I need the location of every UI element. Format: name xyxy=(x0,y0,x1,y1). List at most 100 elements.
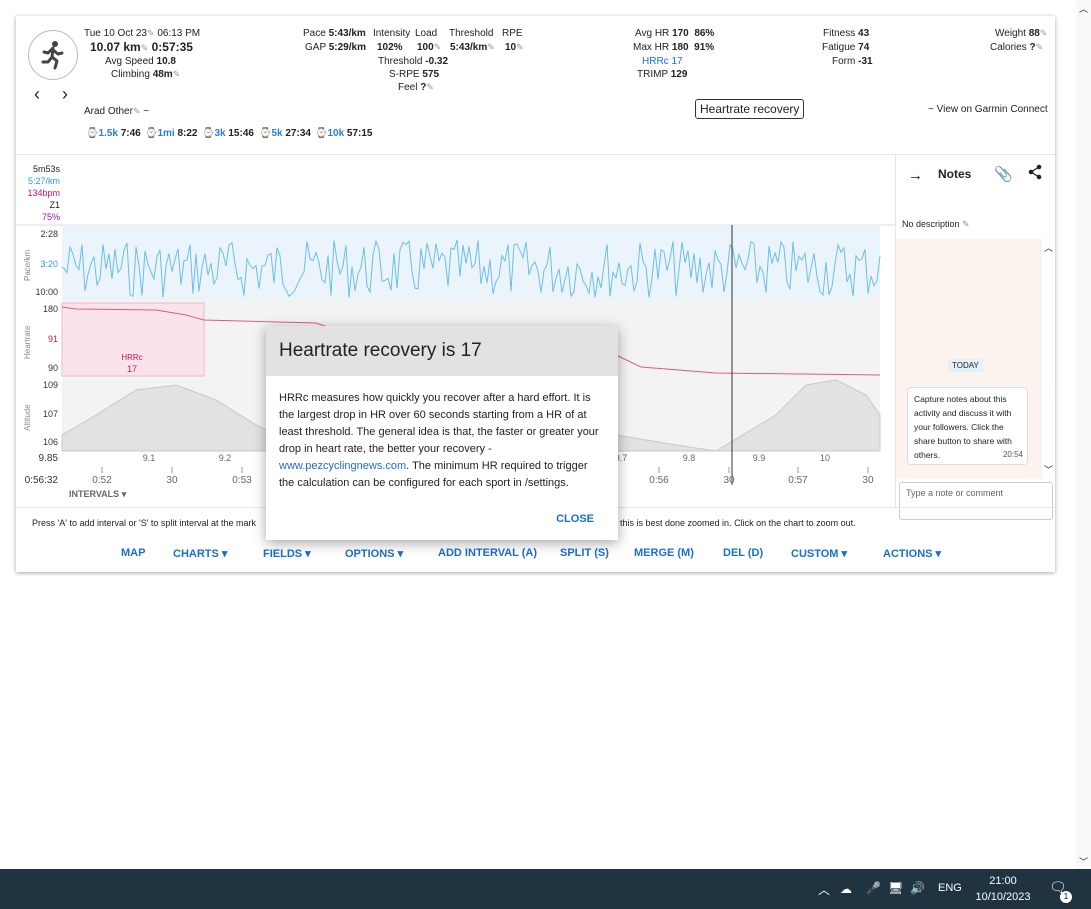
pace-tick-1: 3:20 xyxy=(40,259,58,269)
alt-tick-2: 106 xyxy=(43,437,58,447)
split-button[interactable]: SPLIT (S) xyxy=(560,547,609,559)
taskbar: ︿ ☁ 🎤 🖥 🔊 ENG 21:00 10/10/2023 🗨 1 xyxy=(0,869,1091,909)
hr-tick-1: 91 xyxy=(48,334,58,344)
rpe-label: RPE xyxy=(502,28,523,39)
avg-hr: Avg HR 170 86% xyxy=(635,28,715,39)
notes-title: Notes xyxy=(938,167,972,181)
chevron-up-icon[interactable]: ︿ xyxy=(818,881,830,898)
feel[interactable]: Feel ?✎ xyxy=(398,82,434,93)
time-tick-4: 0:56 xyxy=(649,475,669,486)
close-button[interactable]: CLOSE xyxy=(556,513,594,525)
avg-speed: Avg Speed 10.8 xyxy=(105,56,176,67)
alt-tick-1: 107 xyxy=(43,409,58,419)
no-description[interactable]: No description ✎ xyxy=(902,219,970,230)
share-icon[interactable] xyxy=(1027,164,1043,180)
run-activity-icon xyxy=(28,30,78,80)
microphone-icon[interactable]: 🎤 xyxy=(866,881,881,895)
lap-3k[interactable]: ⌚3k 15:46 xyxy=(202,128,254,139)
date-time: Tue 10 Oct 23✎ 06:13 PM xyxy=(84,28,201,39)
notes-panel: → Notes 📎 No description ✎ TODAY Capture… xyxy=(895,155,1056,520)
time-tick-0: 0:56:32 xyxy=(25,475,59,486)
add-interval-button[interactable]: ADD INTERVAL (A) xyxy=(438,547,537,559)
dist-tick-4: 9.8 xyxy=(683,453,696,463)
actions-button[interactable]: ACTIONS ▾ xyxy=(883,547,941,560)
notification-count: 1 xyxy=(1060,891,1072,903)
pace-ylabel: Pace/km xyxy=(23,250,32,281)
cloud-icon[interactable]: ☁ xyxy=(840,882,852,896)
collapse-notes-icon[interactable]: → xyxy=(908,167,923,184)
dist-tick-0: 9.85 xyxy=(39,453,59,464)
intensity-value: 102% xyxy=(377,42,403,53)
time-tick-3: 0:53 xyxy=(232,475,252,486)
language-indicator[interactable]: ENG xyxy=(938,882,962,894)
weight[interactable]: Weight 88✎ xyxy=(995,28,1047,39)
network-icon[interactable]: 🖥 xyxy=(888,881,903,895)
hrrc-value: 17 xyxy=(127,364,137,374)
srpe: S-RPE 575 xyxy=(389,69,440,80)
load-label: Load xyxy=(415,28,438,39)
rpe-value[interactable]: 10✎ xyxy=(505,42,524,53)
activity-header: ‹ › Tue 10 Oct 23✎ 06:13 PM 10.07 km✎ 0:… xyxy=(16,16,1055,155)
clock-date: 10/10/2023 xyxy=(975,891,1031,903)
dist-tick-5: 9.9 xyxy=(753,453,766,463)
time: 06:13 PM xyxy=(157,28,201,39)
lap-10k[interactable]: ⌚10k 57:15 xyxy=(315,128,373,139)
threshold-label: Threshold xyxy=(449,28,494,39)
lap-1-5k[interactable]: ⌚1.5k 7:46 xyxy=(86,128,141,139)
attach-icon[interactable]: 📎 xyxy=(994,165,1013,183)
fatigue: Fatigue 74 xyxy=(822,42,870,53)
hr-ylabel: Heartrate xyxy=(23,325,32,359)
hrrc-dialog: Heartrate recovery is 17 HRRc measures h… xyxy=(266,326,618,540)
intensity-label: Intensity xyxy=(373,28,411,39)
pace-tick-2: 10:00 xyxy=(35,287,58,297)
hint-text-left: Press 'A' to add interval or 'S' to spli… xyxy=(32,518,256,528)
dialog-title: Heartrate recovery is 17 xyxy=(266,326,618,376)
options-button[interactable]: OPTIONS ▾ xyxy=(345,547,403,560)
notes-scrollbar[interactable]: ︿ ﹀ xyxy=(1042,239,1056,479)
page-scrollbar[interactable]: ︿ ﹀ xyxy=(1076,0,1091,869)
climbing: Climbing 48m✎ xyxy=(111,69,181,80)
date: Tue 10 Oct 23 xyxy=(84,28,147,39)
hint-text-right: this is best done zoomed in. Click on th… xyxy=(620,518,856,528)
garmin-connect-link[interactable]: ~ View on Garmin Connect xyxy=(928,104,1048,115)
time-tick-7: 30 xyxy=(862,475,874,486)
notes-feed: TODAY Capture notes about this activity … xyxy=(896,239,1042,479)
calories[interactable]: Calories ?✎ xyxy=(990,42,1043,53)
threshold-delta: Threshold -0.32 xyxy=(378,56,449,67)
clock[interactable]: 21:00 10/10/2023 xyxy=(975,873,1031,905)
time-tick-6: 0:57 xyxy=(788,475,808,486)
fitness: Fitness 43 xyxy=(823,28,870,39)
map-button[interactable]: MAP xyxy=(121,547,145,559)
note-message-text: Capture notes about this activity and di… xyxy=(914,394,1012,460)
alt-ylabel: Altitude xyxy=(23,404,32,431)
note-input-placeholder: Type a note or comment xyxy=(906,488,1004,498)
dialog-body: HRRc measures how quickly you recover af… xyxy=(266,376,618,506)
activity-name[interactable]: Arad Other✎ ~ xyxy=(84,106,149,117)
load-value: 100✎ xyxy=(417,42,442,53)
dialog-body-text: HRRc measures how quickly you recover af… xyxy=(279,392,599,455)
pace: Pace 5:43/km xyxy=(303,28,366,39)
pezcycling-link[interactable]: www.pezcyclingnews.com xyxy=(279,460,406,472)
volume-icon[interactable]: 🔊 xyxy=(910,881,925,895)
hrrc-link[interactable]: HRRc 17 xyxy=(642,56,683,67)
form: Form -31 xyxy=(832,56,873,67)
delete-button[interactable]: DEL (D) xyxy=(723,547,763,559)
hrrc-tooltip: Heartrate recovery xyxy=(695,99,805,119)
fields-button[interactable]: FIELDS ▾ xyxy=(263,547,311,560)
alt-tick-0: 109 xyxy=(43,380,58,390)
lap-1mi[interactable]: ⌚1mi 8:22 xyxy=(145,128,197,139)
dist-tick-6: 10 xyxy=(820,453,830,463)
prev-activity-button[interactable]: ‹ xyxy=(34,84,40,105)
lap-5k[interactable]: ⌚5k 27:34 xyxy=(259,128,311,139)
distance: 10.07 km xyxy=(90,40,141,54)
hrrc-label: HRRc xyxy=(121,353,142,362)
charts-button[interactable]: CHARTS ▾ xyxy=(173,547,227,560)
intervals-toggle[interactable]: INTERVALS ▾ xyxy=(69,489,126,500)
duration: 0:57:35 xyxy=(151,40,193,54)
trimp: TRIMP 129 xyxy=(637,69,688,80)
custom-button[interactable]: CUSTOM ▾ xyxy=(791,547,847,560)
time-tick-2: 30 xyxy=(166,475,178,486)
note-message: Capture notes about this activity and di… xyxy=(907,387,1028,465)
next-activity-button[interactable]: › xyxy=(62,84,68,105)
merge-button[interactable]: MERGE (M) xyxy=(634,547,694,559)
